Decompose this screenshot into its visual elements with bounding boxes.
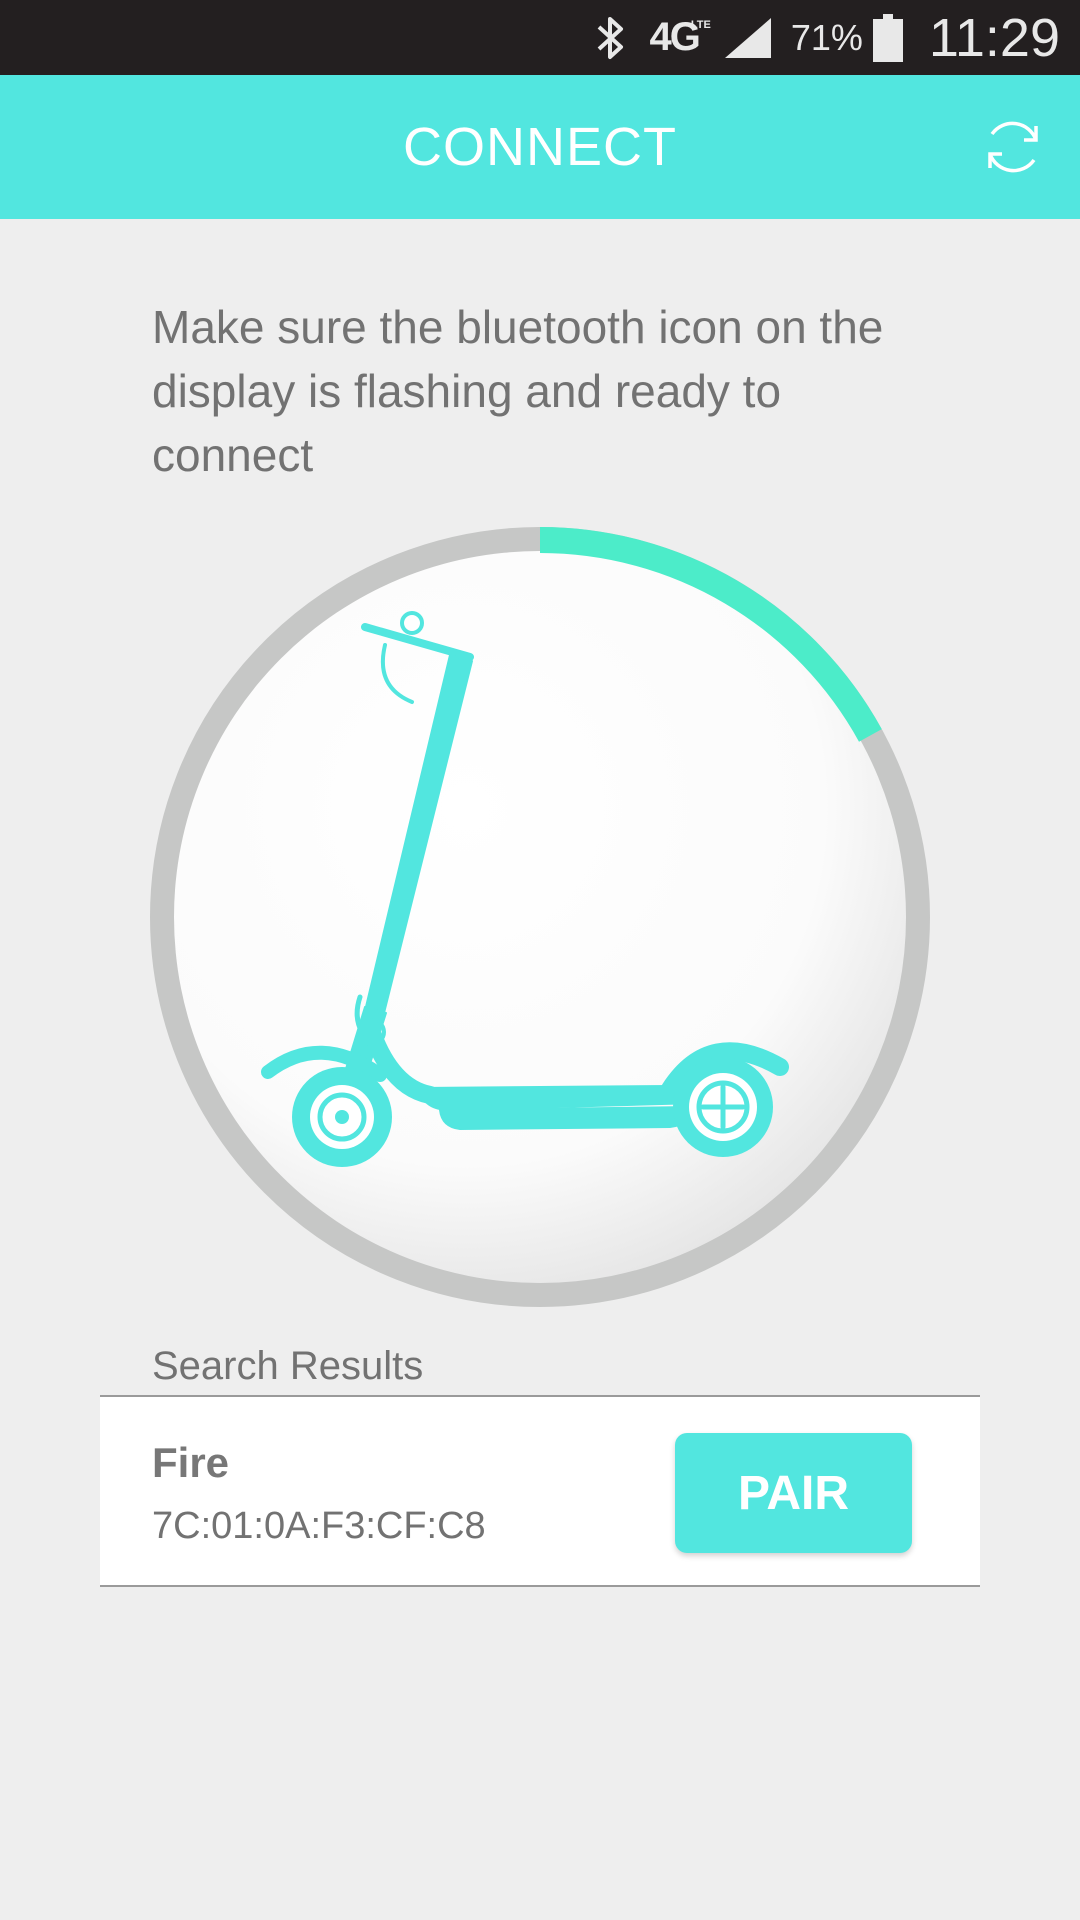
status-bar: 4G LTE 71% 11:29 <box>0 0 1080 75</box>
device-name: Fire <box>152 1439 230 1486</box>
network-type: 4G LTE <box>649 15 710 60</box>
page-title: CONNECT <box>403 117 677 177</box>
instruction-text: Make sure the bluetooth icon on the disp… <box>152 301 884 481</box>
scan-progress <box>150 527 930 1307</box>
device-row: Fire 7C:01:0A:F3:CF:C8 PAIR <box>100 1395 980 1587</box>
refresh-icon <box>988 121 1038 173</box>
scan-disc <box>174 551 906 1283</box>
battery-percent: 71% <box>790 16 863 58</box>
clock: 11:29 <box>928 7 1060 68</box>
app-header: CONNECT <box>0 75 1080 219</box>
signal-icon <box>723 16 773 60</box>
search-results-label: Search Results <box>152 1344 424 1388</box>
battery-icon <box>872 13 903 62</box>
bluetooth-icon <box>591 13 631 63</box>
network-sub-label: LTE <box>690 19 711 31</box>
pair-button[interactable]: PAIR <box>675 1433 912 1553</box>
refresh-button[interactable] <box>978 112 1048 182</box>
device-mac-address: 7C:01:0A:F3:CF:C8 <box>152 1505 486 1547</box>
